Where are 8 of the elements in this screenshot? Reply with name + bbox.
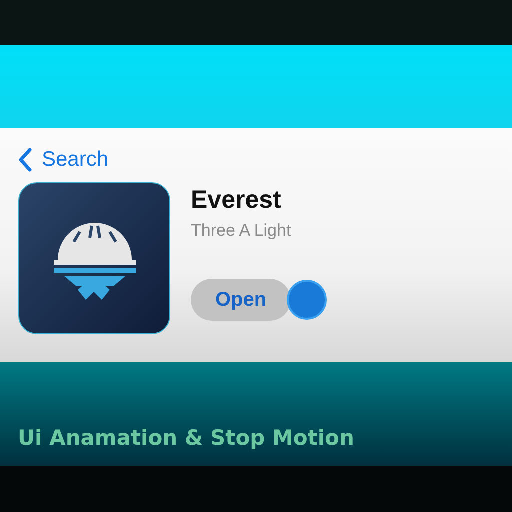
app-icon xyxy=(18,182,171,335)
open-button[interactable]: Open xyxy=(191,279,291,321)
app-name: Everest xyxy=(191,186,282,215)
back-link[interactable]: Search xyxy=(18,148,109,172)
touch-indicator xyxy=(287,280,327,320)
caption: Ui Anamation & Stop Motion xyxy=(18,426,354,450)
back-icon xyxy=(18,148,32,172)
developer-name: Three A Light xyxy=(191,221,292,241)
